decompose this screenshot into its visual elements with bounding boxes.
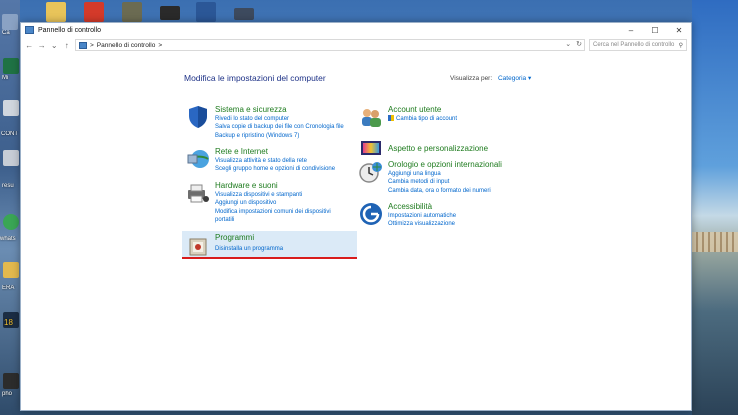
page-title: Modifica le impostazioni del computer [184,73,326,83]
desktop-label: ERA [2,285,15,291]
category-appearance: Aspetto e personalizzazione [359,136,488,160]
refresh-button[interactable]: ↻ [576,40,582,48]
category-link[interactable]: Aggiungi un dispositivo [215,199,331,207]
category-link[interactable]: Disinstalla un programma [215,245,283,253]
breadcrumb-separator[interactable]: > [90,42,94,49]
address-controls: ⌄ ↻ [565,40,582,48]
category-link[interactable]: Aggiungi una lingua [388,170,502,178]
desktop-excel-icon[interactable] [3,58,19,74]
category-link[interactable]: Visualizza attività e stato della rete [215,157,335,165]
desktop-label: Ca [2,30,10,36]
appearance-icon[interactable] [359,136,383,160]
desktop-label: whats [0,236,16,242]
recent-locations-button[interactable]: ⌄ [50,41,59,50]
desktop-photo-icon[interactable] [122,2,142,22]
category-link[interactable]: Rivedi lo stato del computer [215,115,344,123]
address-bar: ← → ⌄ ↑ > Pannello di controllo > ⌄ ↻ Ce… [21,37,691,53]
users-icon[interactable] [359,105,383,129]
category-title[interactable]: Sistema e sicurezza [215,105,344,115]
desktop-label: 18 [4,318,13,327]
category-system-security: Sistema e sicurezza Rivedi lo stato del … [186,105,344,140]
category-title[interactable]: Programmi [215,233,283,243]
address-field[interactable]: > Pannello di controllo > ⌄ ↻ [75,39,585,51]
breadcrumb-arrow[interactable]: > [158,42,162,49]
desktop-photo-icon[interactable] [3,373,19,389]
search-placeholder: Cerca nel Pannello di controllo [593,42,675,48]
accessibility-icon[interactable] [359,202,383,226]
category-link[interactable]: Cambia data, ora o formato dei numeri [388,187,502,195]
category-title[interactable]: Orologio e opzioni internazionali [388,160,502,170]
category-accessibility: Accessibilità Impostazioni automatiche O… [359,202,456,229]
maximize-button[interactable]: ☐ [643,23,667,37]
window-title: Pannello di controllo [38,26,102,34]
control-panel-window: Pannello di controllo – ☐ ✕ ← → ⌄ ↑ > Pa… [20,22,692,411]
main-content: Modifica le impostazioni del computer Vi… [21,53,691,408]
category-link[interactable]: Visualizza dispositivi e stampanti [215,191,331,199]
address-dropdown-button[interactable]: ⌄ [565,40,571,48]
category-title[interactable]: Account utente [388,105,457,115]
category-link[interactable]: Cambia metodi di input [388,178,502,186]
control-panel-icon [25,26,34,34]
desktop-file-icon[interactable] [3,150,19,166]
forward-button[interactable]: → [38,41,47,50]
desktop-image-icon[interactable] [234,8,254,20]
window-controls: – ☐ ✕ [619,23,691,37]
desktop-label: resu [2,183,14,189]
category-link[interactable]: Scegli gruppo home e opzioni di condivis… [215,165,335,173]
category-network-internet: Rete e Internet Visualizza attività e st… [186,147,335,174]
desktop-label: CONT [1,131,18,137]
category-link[interactable]: Modifica impostazioni comuni dei disposi… [215,208,331,216]
up-button[interactable]: ↑ [63,41,72,50]
desktop-wallpaper-dock [692,232,738,252]
desktop-whatsapp-icon[interactable] [3,214,19,230]
category-title[interactable]: Hardware e suoni [215,181,331,191]
category-link[interactable]: Backup e ripristino (Windows 7) [215,132,344,140]
desktop-folder-icon[interactable] [46,2,66,22]
view-by-label: Visualizza per: [450,75,493,82]
view-by-dropdown[interactable]: Categoria ▾ [498,75,531,82]
category-link[interactable]: Ottimizza visualizzazione [388,220,456,228]
category-title[interactable]: Accessibilità [388,202,456,212]
search-input[interactable]: Cerca nel Pannello di controllo ⚲ [589,39,687,51]
category-link[interactable]: Salva copie di backup dei file con Crono… [215,123,344,131]
desktop-word-icon[interactable] [196,2,216,22]
search-icon[interactable]: ⚲ [679,42,683,49]
network-icon[interactable] [186,147,210,171]
category-clock-region: Orologio e opzioni internazionali Aggiun… [359,160,502,195]
category-link[interactable]: Cambia tipo di account [388,115,457,123]
category-hardware-sound: Hardware e suoni Visualizza dispositivi … [186,181,331,224]
category-programs: Programmi Disinstalla un programma [186,233,283,257]
back-button[interactable]: ← [25,41,34,50]
minimize-button[interactable]: – [619,23,643,37]
control-panel-icon [79,41,87,49]
category-link[interactable]: portatili [215,216,331,224]
view-by: Visualizza per: Categoria ▾ [450,74,531,82]
shield-icon[interactable] [186,105,210,129]
programs-icon[interactable] [186,233,210,257]
desktop-label: Mi [2,75,9,81]
desktop-folder-icon[interactable] [3,262,19,278]
title-bar: Pannello di controllo – ☐ ✕ [21,23,691,37]
desktop-file-icon[interactable] [3,100,19,116]
close-button[interactable]: ✕ [667,23,691,37]
desktop-recycle-icon[interactable] [2,14,18,30]
desktop-label: pho [2,391,13,397]
breadcrumb[interactable]: Pannello di controllo [97,42,156,49]
desktop-background-right [692,0,738,415]
category-title[interactable]: Rete e Internet [215,147,335,157]
category-user-accounts: Account utente Cambia tipo di account [359,105,457,129]
printer-icon[interactable] [186,181,210,205]
category-link[interactable]: Impostazioni automatiche [388,212,456,220]
desktop-video-icon[interactable] [160,6,180,20]
clock-globe-icon[interactable] [359,160,383,184]
desktop-app-red-icon[interactable] [84,2,104,22]
category-title[interactable]: Aspetto e personalizzazione [388,144,488,154]
